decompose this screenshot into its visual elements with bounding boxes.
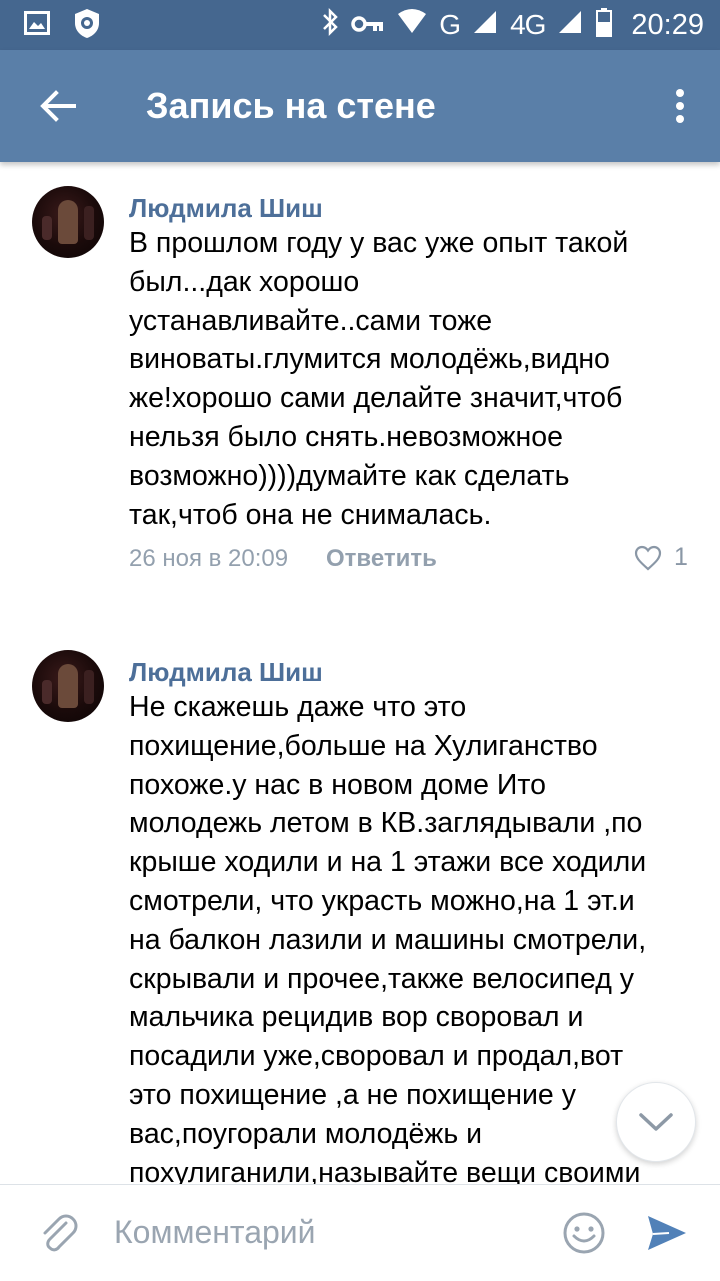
more-vertical-icon [676,89,684,123]
wifi-icon [397,8,427,42]
avatar-photo-detail [42,680,52,704]
avatar-photo-detail [42,216,52,240]
bluetooth-icon [321,7,339,44]
network-g-label: G [439,9,461,40]
app-bar: Запись на стене [0,50,720,162]
back-button[interactable] [2,50,114,162]
key-icon [351,9,385,41]
page-title: Запись на стене [146,85,436,126]
signal-icon [557,9,583,42]
comment-date: 26 ноя в 20:09 [129,545,289,572]
comment-text: Не скажешь даже что это похищение,больше… [129,691,647,1184]
more-options-button[interactable] [640,50,720,162]
avatar-photo-figure [58,664,78,708]
like-count: 1 [674,543,688,571]
clock: 20:29 [631,8,704,41]
paperclip-icon [43,1214,78,1251]
comment-input[interactable] [114,1202,546,1263]
scroll-down-button[interactable] [616,1082,696,1162]
shield-notification-icon [72,7,102,44]
signal-icon [472,9,498,42]
avatar[interactable] [32,186,104,258]
comment-input-bar [0,1184,720,1280]
smiley-icon [563,1212,605,1253]
avatar-photo-figure [58,200,78,244]
avatar[interactable] [32,650,104,722]
comments-list[interactable]: Людмила Шиш В прошлом году у вас уже опы… [0,162,720,1184]
like-button[interactable]: 1 [634,543,688,572]
comment-text: В прошлом году у вас уже опыт такой был.… [129,227,629,531]
attach-button[interactable] [8,1185,108,1281]
gallery-notification-icon [24,10,50,40]
comment-author[interactable]: Людмила Шиш [129,657,323,688]
reply-button[interactable]: Ответить [326,545,437,573]
battery-icon [595,7,613,44]
comment-author[interactable]: Людмила Шиш [129,193,323,224]
send-icon [648,1215,686,1250]
send-button[interactable] [622,1185,712,1281]
avatar-photo-detail [84,206,94,240]
status-bar: G 4G 20:29 [0,0,720,50]
avatar-photo-detail [84,670,94,704]
emoji-button[interactable] [546,1185,622,1281]
chevron-down-icon [639,1113,673,1131]
heart-icon [634,545,662,570]
arrow-back-icon [40,90,76,122]
network-4g-label: 4G [510,9,546,40]
